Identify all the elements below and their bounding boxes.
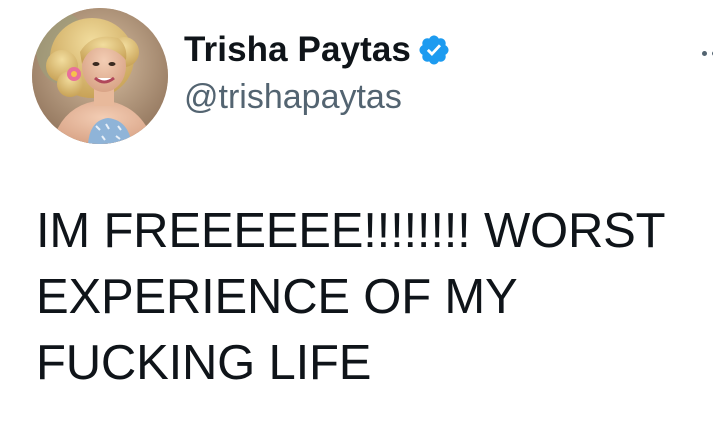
more-options-button[interactable] (692, 38, 713, 68)
tweet-header: Trisha Paytas @trishapaytas (32, 8, 713, 148)
user-handle[interactable]: @trishapaytas (184, 78, 451, 117)
profile-photo-icon (32, 8, 168, 144)
tweet-card: Trisha Paytas @trishapaytas IM FREEEEEE!… (0, 0, 713, 444)
tweet-author: Trisha Paytas @trishapaytas (184, 28, 451, 117)
tweet-text: IM FREEEEEE!!!!!!!! WORST EXPERIENCE OF … (36, 204, 666, 390)
avatar[interactable] (32, 8, 168, 144)
display-name[interactable]: Trisha Paytas (184, 30, 411, 70)
display-name-row: Trisha Paytas (184, 28, 451, 72)
more-horizontal-icon (701, 50, 707, 56)
verified-badge-icon (417, 33, 451, 67)
